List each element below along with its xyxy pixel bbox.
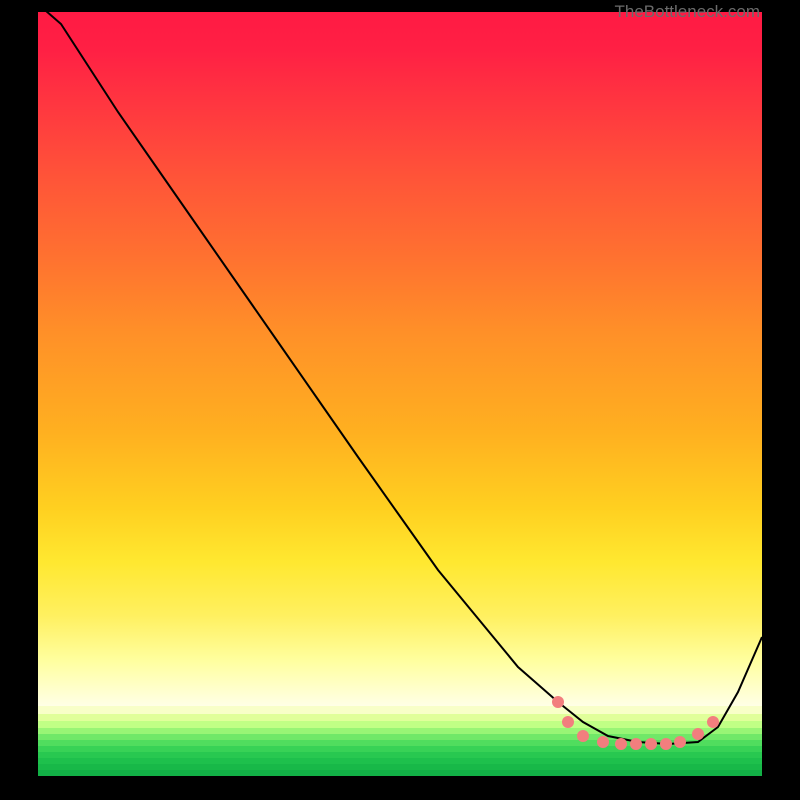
marker-dot xyxy=(645,738,657,750)
marker-dot xyxy=(630,738,642,750)
marker-dot xyxy=(660,738,672,750)
curve-svg xyxy=(38,12,762,776)
curve-line xyxy=(38,12,762,744)
marker-dot xyxy=(552,696,564,708)
marker-dot xyxy=(562,716,574,728)
marker-dot xyxy=(707,716,719,728)
marker-dot xyxy=(577,730,589,742)
watermark-text: TheBottleneck.com xyxy=(614,2,760,22)
marker-dot xyxy=(615,738,627,750)
chart-container: TheBottleneck.com xyxy=(0,0,800,800)
curve-path xyxy=(38,12,762,744)
marker-dot xyxy=(597,736,609,748)
chart-area xyxy=(38,12,762,776)
marker-dot xyxy=(692,728,704,740)
marker-dot xyxy=(674,736,686,748)
